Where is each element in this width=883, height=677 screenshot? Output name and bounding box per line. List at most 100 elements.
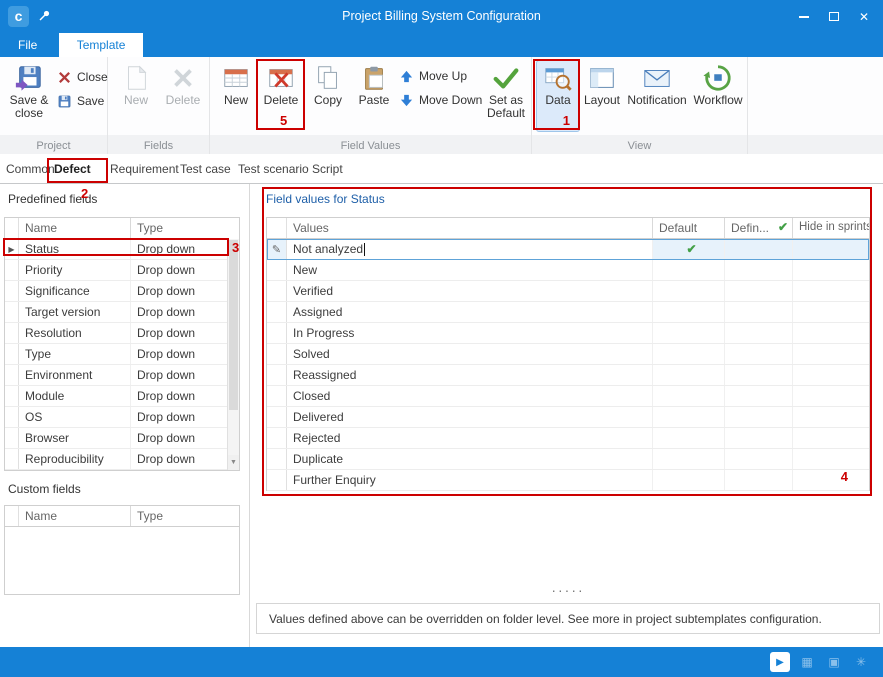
defines-cell[interactable] [725,323,793,343]
close-project-button[interactable]: Close [54,66,111,88]
panel-splitter-handle[interactable]: ····· [266,584,870,596]
value-editor[interactable]: Not analyzed [287,239,653,259]
predefined-row[interactable]: OS Drop down [5,407,228,428]
default-cell[interactable] [653,260,725,280]
value-row[interactable]: Further Enquiry [267,470,869,491]
workflow-view-button[interactable]: Workflow [692,60,744,132]
default-cell[interactable]: ✔ [653,239,725,259]
minimize-button[interactable] [789,0,819,33]
value-row[interactable]: Reassigned [267,365,869,386]
value-row[interactable]: Closed [267,386,869,407]
hide-in-sprints-cell[interactable] [793,386,869,406]
column-header-defines[interactable]: Defin... ✔ [725,218,793,238]
tab-defect[interactable]: Defect [54,154,91,184]
field-values-new-button[interactable]: New [216,60,256,132]
hide-in-sprints-cell[interactable] [793,260,869,280]
defines-cell[interactable] [725,302,793,322]
column-header-hide-in-sprints[interactable]: Hide in sprints [793,218,869,238]
value-row[interactable]: Rejected [267,428,869,449]
hide-in-sprints-cell[interactable] [793,344,869,364]
predefined-row[interactable]: Browser Drop down [5,428,228,449]
tab-test-case[interactable]: Test case [180,154,231,184]
default-cell[interactable] [653,344,725,364]
column-header-type[interactable]: Type [131,218,228,238]
predefined-row[interactable]: Type Drop down [5,344,228,365]
defines-cell[interactable] [725,386,793,406]
default-cell[interactable] [653,470,725,490]
layout-view-button[interactable]: Layout [582,60,622,132]
predefined-row[interactable]: Target version Drop down [5,302,228,323]
value-row[interactable]: New [267,260,869,281]
tab-requirement[interactable]: Requirement [110,154,179,184]
hide-in-sprints-cell[interactable] [793,407,869,427]
fields-delete-button[interactable]: Delete [160,60,206,132]
hide-in-sprints-cell[interactable] [793,281,869,301]
predefined-row[interactable]: Environment Drop down [5,365,228,386]
scrollbar-thumb[interactable] [229,240,238,410]
predefined-row-status[interactable]: ▶ Status Drop down [5,239,228,260]
tab-common[interactable]: Common [6,154,55,184]
column-header-name[interactable]: Name [19,506,131,526]
defines-cell[interactable] [725,407,793,427]
tab-script[interactable]: Script [312,154,343,184]
value-row[interactable]: Duplicate [267,449,869,470]
defines-cell[interactable] [725,239,793,259]
predefined-grid-scrollbar[interactable]: ▼ [227,239,239,470]
statusbar-pointer-icon[interactable]: ▶ [770,652,790,672]
statusbar-image-icon[interactable]: ▣ [824,652,844,672]
defines-cell[interactable] [725,260,793,280]
default-cell[interactable] [653,365,725,385]
predefined-row[interactable]: Significance Drop down [5,281,228,302]
column-header-default[interactable]: Default [653,218,725,238]
defines-cell[interactable] [725,428,793,448]
value-row[interactable]: Solved [267,344,869,365]
hide-in-sprints-cell[interactable] [793,302,869,322]
defines-cell[interactable] [725,281,793,301]
statusbar-effects-icon[interactable]: ✳ [851,652,871,672]
value-row[interactable]: Verified [267,281,869,302]
paste-button[interactable]: Paste [352,60,396,132]
maximize-button[interactable] [819,0,849,33]
predefined-row[interactable]: Reproducibility Drop down [5,449,228,470]
set-as-default-button[interactable]: Set as Default [482,60,530,132]
hide-in-sprints-cell[interactable] [793,365,869,385]
move-down-button[interactable]: Move Down [396,89,485,111]
hide-in-sprints-cell[interactable] [793,323,869,343]
default-cell[interactable] [653,386,725,406]
scroll-down-button[interactable]: ▼ [228,455,239,470]
move-up-button[interactable]: Move Up [396,65,470,87]
field-values-delete-button[interactable]: Delete [258,60,304,132]
copy-button[interactable]: Copy [308,60,348,132]
defines-cell[interactable] [725,449,793,469]
value-row[interactable]: Delivered [267,407,869,428]
default-cell[interactable] [653,281,725,301]
notification-view-button[interactable]: Notification [624,60,690,132]
hide-in-sprints-cell[interactable] [793,470,869,490]
default-cell[interactable] [653,449,725,469]
default-cell[interactable] [653,323,725,343]
fields-new-button[interactable]: New [116,60,156,132]
column-header-type[interactable]: Type [131,506,239,526]
default-cell[interactable] [653,428,725,448]
tab-test-scenario[interactable]: Test scenario [238,154,309,184]
column-header-name[interactable]: Name [19,218,131,238]
defines-cell[interactable] [725,344,793,364]
predefined-row[interactable]: Resolution Drop down [5,323,228,344]
value-row[interactable]: In Progress [267,323,869,344]
value-row[interactable]: Assigned [267,302,869,323]
save-and-close-button[interactable]: Save & close [4,60,54,132]
statusbar-grid-icon[interactable]: ▦ [797,652,817,672]
close-button[interactable]: ✕ [849,0,879,33]
save-button[interactable]: Save [54,90,107,112]
predefined-row[interactable]: Module Drop down [5,386,228,407]
defines-cell[interactable] [725,365,793,385]
data-view-button[interactable]: Data [536,60,580,132]
ribbon-tab-template[interactable]: Template [59,33,144,57]
defines-cell[interactable] [725,470,793,490]
column-header-values[interactable]: Values [287,218,653,238]
predefined-row[interactable]: Priority Drop down [5,260,228,281]
default-cell[interactable] [653,302,725,322]
hide-in-sprints-cell[interactable] [793,428,869,448]
default-cell[interactable] [653,407,725,427]
value-row-editing[interactable]: ✎ Not analyzed ✔ [267,239,869,260]
